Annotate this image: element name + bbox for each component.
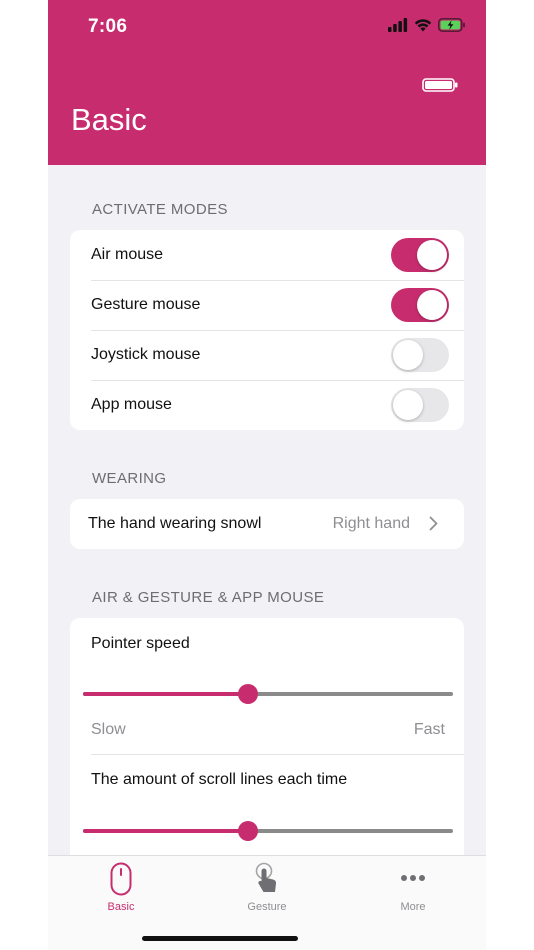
device-battery-icon xyxy=(422,78,458,92)
wifi-icon xyxy=(414,19,432,32)
scroll-lines-label: The amount of scroll lines each time xyxy=(91,771,348,788)
mode-row-gesture-mouse: Gesture mouse xyxy=(70,280,464,330)
slider-thumb[interactable] xyxy=(237,684,258,704)
slider-fill xyxy=(83,829,248,833)
tab-label: Basic xyxy=(107,901,135,913)
mouse-icon xyxy=(110,862,132,896)
home-indicator xyxy=(142,936,298,941)
gesture-mouse-toggle[interactable] xyxy=(391,288,449,322)
tab-label: More xyxy=(400,901,426,913)
status-time: 7:06 xyxy=(88,16,128,37)
section-header-wearing: WEARING xyxy=(92,470,167,487)
mode-label: App mouse xyxy=(91,396,172,413)
toggle-knob xyxy=(393,390,423,420)
pointer-speed-min-label: Slow xyxy=(91,721,126,738)
tab-label: Gesture xyxy=(247,901,287,913)
pointer-speed-slider[interactable] xyxy=(83,684,453,704)
chevron-right-icon xyxy=(429,516,438,531)
app-screen: 7:06 Basic ACTIVATE MODES Air mouse Gest… xyxy=(48,0,486,950)
air-mouse-toggle[interactable] xyxy=(391,238,449,272)
joystick-mouse-toggle[interactable] xyxy=(391,338,449,372)
tab-gesture[interactable]: Gesture xyxy=(194,856,340,926)
battery-charging-icon xyxy=(438,18,465,32)
wearing-label: The hand wearing snowl xyxy=(88,515,262,532)
mode-row-air-mouse: Air mouse xyxy=(70,230,464,280)
mode-label: Air mouse xyxy=(91,246,164,263)
section-header-activate-modes: ACTIVATE MODES xyxy=(92,201,228,218)
tab-basic[interactable]: Basic xyxy=(48,856,194,926)
wearing-hand-row[interactable]: The hand wearing snowl Right hand xyxy=(70,499,464,549)
pointer-speed-max-label: Fast xyxy=(413,721,445,738)
hand-tap-icon xyxy=(255,862,277,892)
wearing-value: Right hand xyxy=(332,515,410,532)
row-divider xyxy=(91,754,464,755)
slider-thumb[interactable] xyxy=(237,821,258,841)
activate-modes-card: Air mouse Gesture mouse Joystick mouse A… xyxy=(70,230,464,430)
status-icons xyxy=(388,18,466,32)
more-dots-icon xyxy=(401,875,425,881)
mode-label: Joystick mouse xyxy=(91,346,201,363)
header-bar: 7:06 Basic xyxy=(48,0,486,165)
toggle-knob xyxy=(417,290,447,320)
slider-fill xyxy=(83,692,248,696)
mode-label: Gesture mouse xyxy=(91,296,201,313)
air-gesture-app-card: Pointer speed Slow Fast The amount of sc… xyxy=(70,618,464,878)
tab-more[interactable]: More xyxy=(340,856,486,926)
page-title: Basic xyxy=(71,102,147,137)
scroll-lines-slider[interactable] xyxy=(83,821,453,841)
mode-row-app-mouse: App mouse xyxy=(70,380,464,430)
section-header-air-gesture-app: AIR & GESTURE & APP MOUSE xyxy=(92,589,325,606)
cellular-signal-icon xyxy=(388,18,408,32)
wearing-card: The hand wearing snowl Right hand xyxy=(70,499,464,549)
toggle-knob xyxy=(417,240,447,270)
app-mouse-toggle[interactable] xyxy=(391,388,449,422)
toggle-knob xyxy=(393,340,423,370)
pointer-speed-label: Pointer speed xyxy=(91,635,190,652)
mode-row-joystick-mouse: Joystick mouse xyxy=(70,330,464,380)
